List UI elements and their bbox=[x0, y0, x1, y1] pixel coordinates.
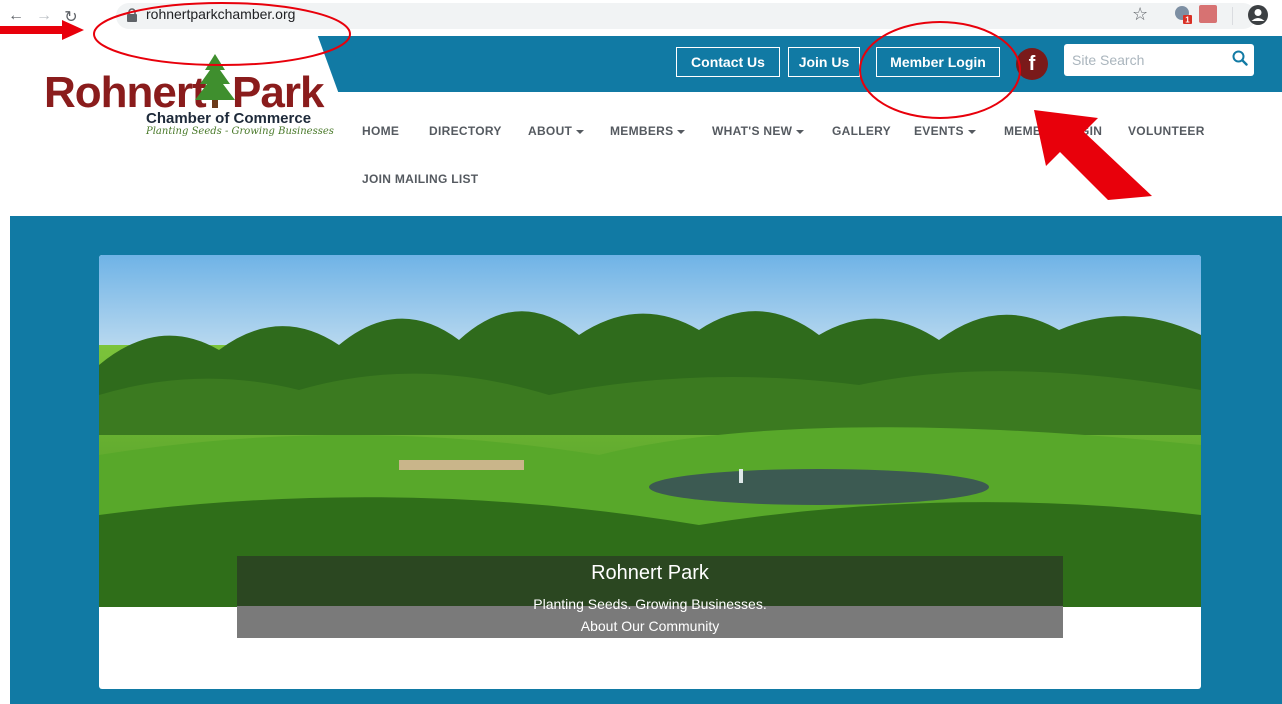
nav-gallery[interactable]: GALLERY bbox=[832, 124, 891, 138]
toolbar-divider bbox=[1232, 7, 1233, 25]
caret-down-icon bbox=[576, 129, 585, 134]
page: ← → ↻ rohnertparkchamber.org ☆ 1 Contact… bbox=[0, 0, 1282, 704]
nav-home[interactable]: HOME bbox=[362, 124, 399, 138]
nav-events[interactable]: EVENTS bbox=[914, 124, 976, 138]
lock-icon bbox=[127, 8, 137, 22]
join-us-button[interactable]: Join Us bbox=[788, 47, 860, 77]
nav-events-label: EVENTS bbox=[914, 124, 964, 138]
hero-subtitle: Planting Seeds. Growing Businesses. bbox=[533, 596, 767, 612]
browser-toolbar: ← → ↻ rohnertparkchamber.org ☆ 1 bbox=[0, 0, 1282, 34]
back-icon[interactable]: ← bbox=[8, 7, 24, 27]
hero-caption: Rohnert Park Planting Seeds. Growing Bus… bbox=[237, 556, 1063, 638]
logo-tagline: Planting Seeds - Growing Businesses bbox=[146, 126, 334, 137]
caret-down-icon bbox=[796, 129, 805, 134]
hero-title: Rohnert Park bbox=[591, 562, 709, 584]
nav-whats-new[interactable]: WHAT'S NEW bbox=[712, 124, 805, 138]
nav-member-login[interactable]: MEMBER LOGIN bbox=[1004, 124, 1102, 138]
browser-nav: ← → ↻ bbox=[8, 7, 78, 27]
extension-badge: 1 bbox=[1185, 16, 1190, 25]
forward-icon[interactable]: → bbox=[36, 7, 52, 27]
extension-icon[interactable]: 1 bbox=[1173, 4, 1193, 24]
about-community-link[interactable]: About Our Community bbox=[237, 618, 1063, 634]
profile-icon[interactable] bbox=[1247, 4, 1269, 26]
caret-down-icon bbox=[967, 129, 976, 134]
hero-golf-course-image bbox=[99, 255, 1201, 607]
url-text[interactable]: rohnertparkchamber.org bbox=[146, 6, 295, 22]
nav-members[interactable]: MEMBERS bbox=[610, 124, 686, 138]
nav-directory[interactable]: DIRECTORY bbox=[429, 124, 502, 138]
reload-icon[interactable]: ↻ bbox=[64, 7, 78, 27]
facebook-icon[interactable]: f bbox=[1016, 48, 1048, 80]
nav-about-label: ABOUT bbox=[528, 124, 573, 138]
caret-down-icon bbox=[677, 129, 686, 134]
pdf-icon[interactable] bbox=[1199, 5, 1217, 23]
search-icon[interactable] bbox=[1232, 50, 1248, 66]
nav-about[interactable]: ABOUT bbox=[528, 124, 585, 138]
nav-volunteer[interactable]: VOLUNTEER bbox=[1128, 124, 1205, 138]
contact-us-button[interactable]: Contact Us bbox=[676, 47, 780, 77]
member-login-button[interactable]: Member Login bbox=[876, 47, 1000, 77]
nav-join-mailing-list[interactable]: JOIN MAILING LIST bbox=[362, 172, 478, 186]
search-input[interactable] bbox=[1072, 50, 1222, 70]
logo-subtitle: Chamber of Commerce bbox=[146, 110, 312, 127]
nav-members-label: MEMBERS bbox=[610, 124, 674, 138]
star-icon[interactable]: ☆ bbox=[1132, 4, 1148, 25]
nav-whats-new-label: WHAT'S NEW bbox=[712, 124, 793, 138]
